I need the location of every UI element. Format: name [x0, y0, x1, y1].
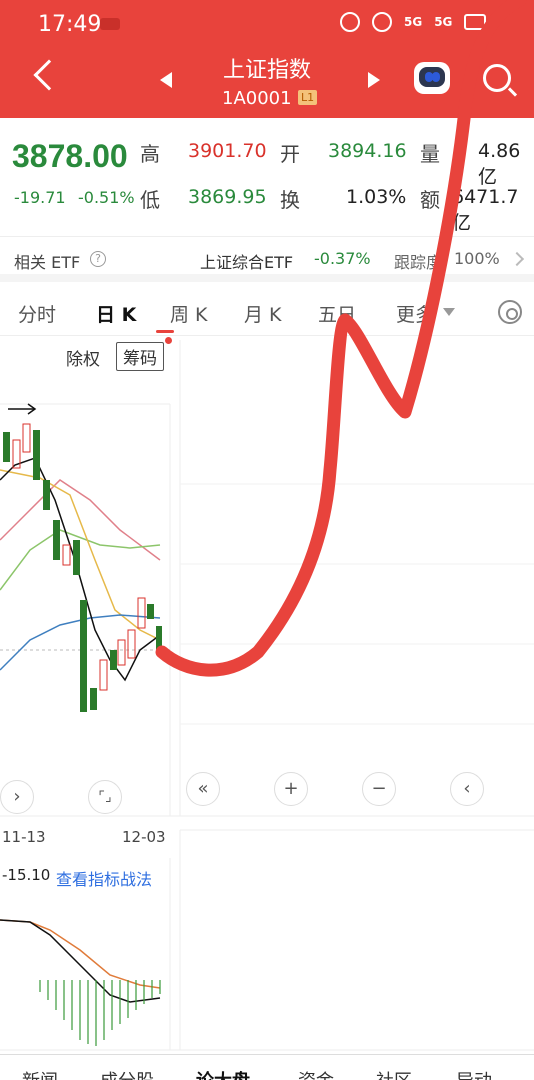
volume-label: 量: [420, 142, 440, 166]
signal-5g-label-1: 5G: [404, 15, 423, 29]
robot-assistant-icon[interactable]: [414, 62, 450, 94]
related-etf-row[interactable]: 相关 ETF ? 上证综合ETF -0.37% 跟踪度 100%: [0, 236, 534, 282]
etf-label: 相关 ETF: [14, 253, 81, 272]
turnover-label: 换: [280, 188, 300, 212]
indicator-strategy-link[interactable]: 查看指标战法: [56, 866, 152, 890]
chevron-right-icon[interactable]: ›: [0, 780, 34, 814]
page-title: 上证指数: [222, 58, 311, 83]
tab-monthly-k[interactable]: 月 K: [244, 300, 282, 327]
amount-label: 额: [420, 188, 440, 212]
tab-anomaly[interactable]: 异动: [456, 1067, 492, 1080]
volume-value: 4.86亿: [478, 140, 521, 188]
high-label: 高: [140, 142, 160, 166]
open-value: 3894.16: [328, 140, 407, 162]
top-header: 17:49 5G 5G 上证指数 1A0001 L1: [0, 0, 534, 118]
dropdown-icon[interactable]: [443, 308, 455, 316]
end-date: 12-03: [122, 828, 166, 846]
status-icons: 5G 5G: [340, 12, 487, 32]
period-tabs: 分时 日 K 周 K 月 K 五日 更多: [0, 290, 534, 336]
price-change: -19.71: [14, 188, 66, 207]
tab-discuss-market[interactable]: 论大盘: [196, 1067, 250, 1080]
low-label: 低: [140, 188, 160, 212]
start-date: 11-13: [2, 828, 46, 846]
macd-histogram: [39, 980, 161, 1046]
ex-rights-button[interactable]: 除权: [66, 345, 100, 370]
macd-dif-line: [0, 919, 161, 1003]
alarm-icon: [340, 12, 360, 32]
tab-constituents[interactable]: 成分股: [100, 1067, 154, 1080]
price-change-pct: -0.51%: [78, 188, 135, 207]
tab-news[interactable]: 新闻: [22, 1067, 58, 1080]
level-badge: L1: [298, 90, 318, 105]
new-dot-badge: [165, 337, 172, 344]
zoom-out-icon[interactable]: −: [362, 772, 396, 806]
scroll-far-left-icon[interactable]: «: [186, 772, 220, 806]
search-icon[interactable]: [483, 64, 511, 92]
tab-weekly-k[interactable]: 周 K: [170, 300, 208, 327]
tab-indicator: [156, 330, 174, 333]
etf-name[interactable]: 上证综合ETF: [200, 249, 293, 273]
chip-distribution-button[interactable]: 筹码: [116, 342, 164, 371]
low-value: 3869.95: [188, 186, 267, 208]
high-value: 3901.70: [188, 140, 267, 162]
tab-daily-k[interactable]: 日 K: [96, 300, 136, 327]
status-time: 17:49: [38, 12, 102, 37]
help-icon[interactable]: ?: [90, 251, 106, 267]
tab-five-day[interactable]: 五日: [318, 300, 356, 327]
stock-code: 1A0001: [222, 88, 292, 109]
bottom-tabs: 新闻 成分股 论大盘 资金 社区 异动: [0, 1054, 534, 1080]
quote-panel: 3878.00 -19.71 -0.51% 高 3901.70 开 3894.1…: [0, 118, 534, 234]
signal-5g-label-2: 5G: [434, 15, 453, 29]
settings-icon[interactable]: [498, 300, 522, 324]
tab-funds[interactable]: 资金: [298, 1067, 334, 1080]
tracking-value: 100%: [454, 249, 500, 268]
indicator-value: -15.10: [2, 866, 51, 884]
current-price: 3878.00: [12, 138, 128, 174]
chevron-right-icon[interactable]: [509, 251, 525, 267]
fullscreen-icon[interactable]: ⌜⌟: [88, 780, 122, 814]
scroll-left-icon[interactable]: ‹: [450, 772, 484, 806]
battery-icon: [464, 14, 487, 30]
tab-community[interactable]: 社区: [376, 1067, 412, 1080]
open-label: 开: [280, 142, 300, 166]
wifi-icon: [372, 12, 392, 32]
amount-value: 6471.7亿: [452, 186, 519, 234]
next-stock-icon[interactable]: [368, 72, 380, 88]
turnover-value: 1.03%: [346, 186, 407, 208]
kline-chart-area: 除权 筹码: [0, 337, 534, 817]
tracking-label: 跟踪度: [394, 253, 443, 272]
tab-intraday[interactable]: 分时: [18, 300, 56, 327]
tab-more[interactable]: 更多: [396, 300, 434, 327]
etf-change: -0.37%: [314, 249, 371, 268]
macd-dea-line: [0, 919, 161, 989]
zoom-in-icon[interactable]: +: [274, 772, 308, 806]
notification-icon: [100, 18, 120, 30]
